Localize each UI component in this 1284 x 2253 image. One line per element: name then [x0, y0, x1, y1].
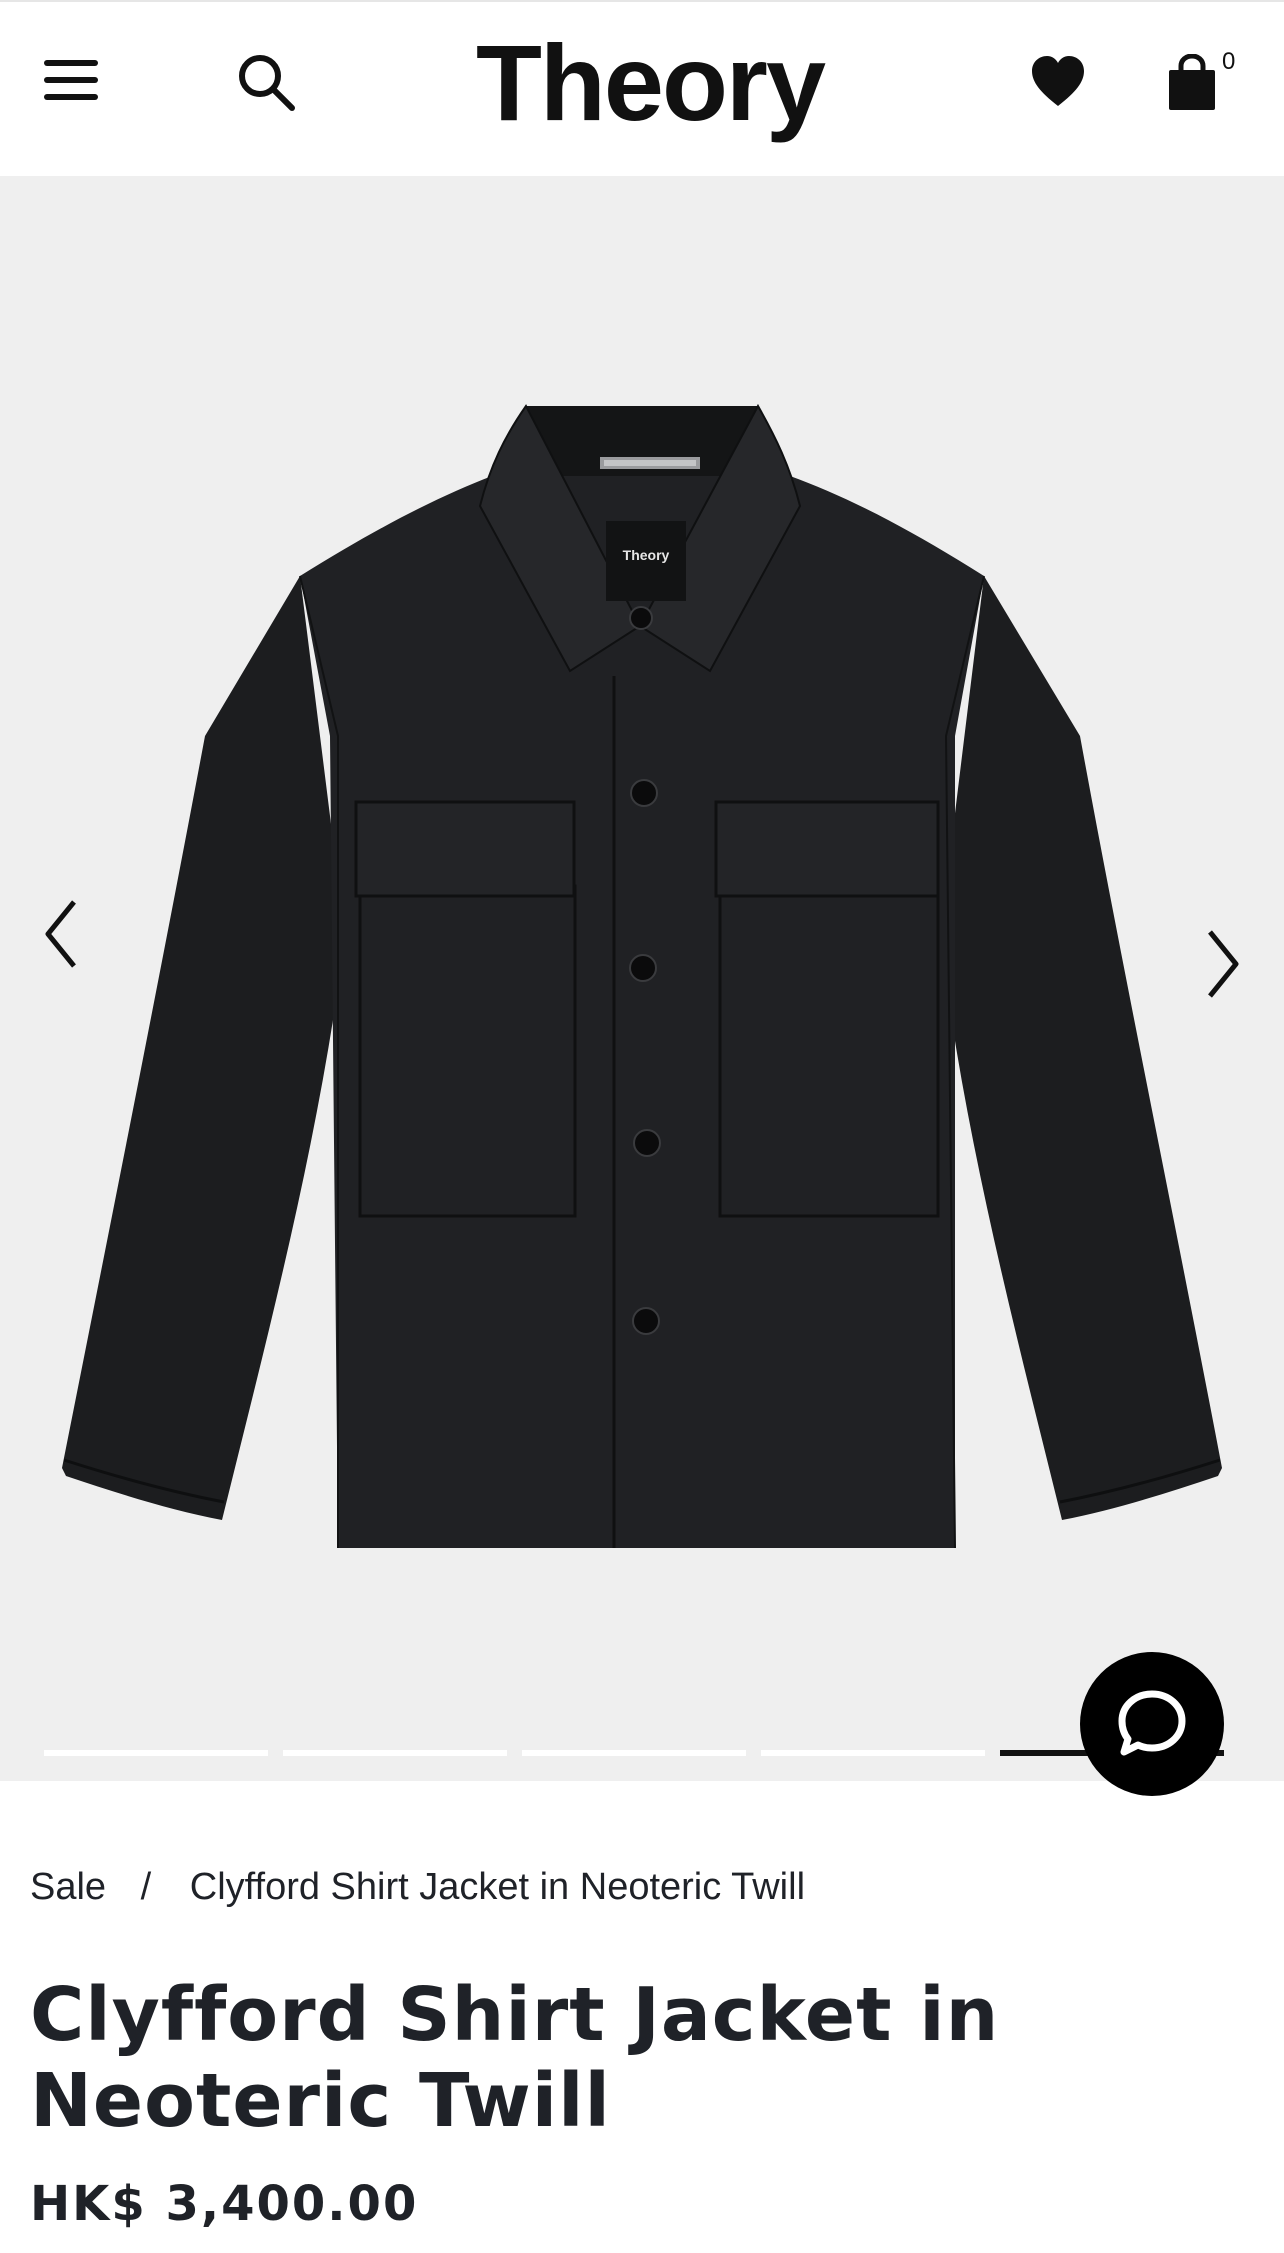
svg-text:Theory: Theory: [623, 547, 670, 563]
gallery-dot-4[interactable]: [761, 1750, 985, 1756]
shopping-bag-icon[interactable]: [1166, 54, 1218, 112]
chevron-right-icon[interactable]: [1200, 926, 1244, 1002]
gallery-dot-3[interactable]: [522, 1750, 746, 1756]
breadcrumb: Sale / Clyfford Shirt Jacket in Neoteric…: [30, 1866, 805, 1909]
gallery-pagination: [44, 1750, 1224, 1758]
heart-icon[interactable]: [1030, 54, 1086, 110]
menu-icon[interactable]: [44, 58, 98, 102]
breadcrumb-link-sale[interactable]: Sale: [30, 1866, 106, 1909]
cart-count-badge: 0: [1222, 48, 1236, 75]
chat-bubble-icon: [1118, 1690, 1186, 1756]
site-header: Theory 0: [0, 0, 1284, 176]
product-title: Clyfford Shirt Jacket in Neoteric Twill: [30, 1972, 1000, 2144]
breadcrumb-current: Clyfford Shirt Jacket in Neoteric Twill: [189, 1866, 806, 1908]
chevron-left-icon[interactable]: [40, 896, 84, 972]
gallery-dot-2[interactable]: [283, 1750, 507, 1756]
brand-logo[interactable]: Theory: [440, 28, 860, 138]
product-image-gallery[interactable]: Theory: [0, 176, 1284, 1781]
chat-button[interactable]: [1080, 1652, 1224, 1796]
product-image: Theory: [62, 403, 1222, 1549]
product-price: HK$ 3,400.00: [30, 2176, 419, 2232]
search-icon[interactable]: [236, 52, 296, 112]
breadcrumb-separator: /: [140, 1866, 152, 1908]
gallery-dot-1[interactable]: [44, 1750, 268, 1756]
